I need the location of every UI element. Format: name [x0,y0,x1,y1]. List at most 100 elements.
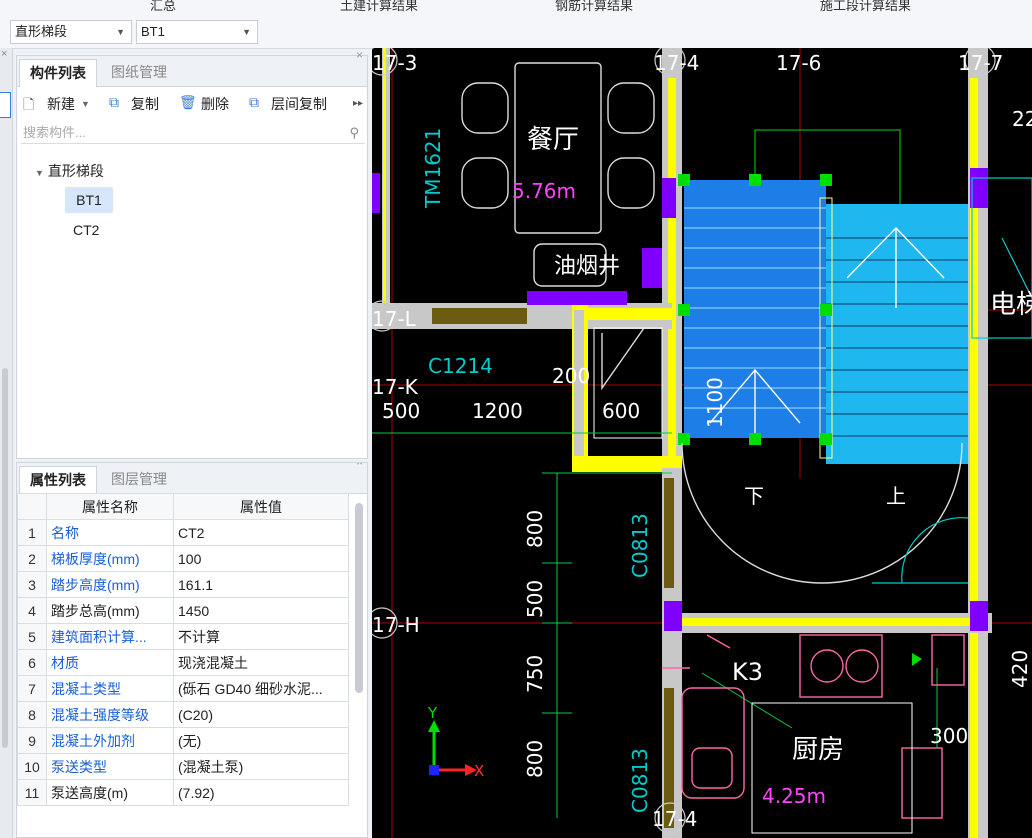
table-row[interactable]: 6 材质 现浇混凝土 [17,649,349,676]
type-select-value: 直形梯段 [15,24,68,39]
room-label-elevator: 电梯 [990,290,1032,320]
property-name-cell: 混凝土强度等级 [46,701,174,728]
property-name-cell: 泵送高度(m) [46,779,174,806]
tab-construction-results[interactable]: 施工段计算结果 [820,0,911,14]
row-index: 6 [17,649,47,676]
component-select[interactable]: BT1 ▼ [136,20,258,44]
dim-label: 500 [523,580,547,618]
table-row[interactable]: 1 名称 CT2 [17,519,349,546]
axis-label: 17-L [372,307,417,331]
component-search-input[interactable]: 搜索构件... ⚲ [21,122,365,144]
new-file-icon: 🗋 [23,96,35,112]
table-row[interactable]: 7 混凝土类型 (砾石 GD40 细砂水泥... [17,675,349,702]
floor-copy-button[interactable]: 层间复制 [271,94,327,114]
dim-label: 600 [602,399,640,423]
property-value-cell[interactable]: (无) [173,727,349,754]
property-value-cell[interactable]: (C20) [173,701,349,728]
dock-toggle-button[interactable] [0,92,11,118]
axis-label: 17-K [372,375,419,399]
table-row[interactable]: 4 踏步总高(mm) 1450 [17,597,349,624]
row-index: 10 [17,753,47,780]
property-value-cell[interactable]: 161.1 [173,571,349,598]
trash-icon: 🗑 [179,94,197,110]
property-value-cell[interactable]: CT2 [173,519,349,546]
property-value-cell[interactable]: 现浇混凝土 [173,649,349,676]
tab-component-list[interactable]: 构件列表 [19,59,97,87]
delete-button[interactable]: 删除 [201,94,229,114]
floor-plan-drawing: X Y 17-3 17-4 17-6 17-7 17-L 17-K 17-H 1… [372,48,1032,838]
floor-copy-icon: ⧉ [249,94,259,110]
stair-up-label: 上 [886,484,906,508]
copy-button[interactable]: 复制 [131,94,159,114]
axis-label: 17-3 [372,51,417,75]
list-item-ct2[interactable]: CT2 [73,222,99,238]
tree-group-stair-flight[interactable]: ▼ 直形梯段 [35,161,104,181]
search-icon: ⚲ [349,125,359,140]
row-index: 7 [17,675,47,702]
property-value-cell[interactable]: 100 [173,545,349,572]
property-value-cell[interactable]: 不计算 [173,623,349,650]
kitchen-height-label: 4.25m [762,784,826,808]
new-button[interactable]: 新建 [47,94,75,114]
y-axis-label: Y [427,704,438,722]
tree-group-label: 直形梯段 [47,163,104,179]
tag-c1214: C1214 [428,354,493,378]
close-icon[interactable]: × [356,463,363,469]
table-row[interactable]: 5 建筑面积计算... 不计算 [17,623,349,650]
table-row[interactable]: 8 混凝土强度等级 (C20) [17,701,349,728]
tag-c0813: C0813 [628,748,652,813]
type-select[interactable]: 直形梯段 ▼ [10,20,132,44]
property-scrollbar[interactable] [355,503,363,693]
table-header: 属性名称 属性值 [17,493,349,520]
axis-label: 17-4 [652,807,697,831]
search-placeholder: 搜索构件... [23,125,86,140]
dock-scrollbar[interactable] [2,368,8,748]
dim-label: 420 [1008,650,1032,688]
chevron-down-icon[interactable]: ▼ [81,99,90,109]
property-value-cell[interactable]: (7.92) [173,779,349,806]
table-row[interactable]: 9 混凝土外加剂 (无) [17,727,349,754]
table-row[interactable]: 2 梯板厚度(mm) 100 [17,545,349,572]
property-value-cell[interactable]: 1450 [173,597,349,624]
component-select-value: BT1 [141,24,165,39]
property-name-cell: 混凝土类型 [46,675,174,702]
dim-label: 1100 [703,377,727,428]
row-index: 5 [17,623,47,650]
close-icon[interactable]: × [1,48,7,60]
property-panel-tabs: 属性列表 图层管理 [17,463,367,494]
row-index: 3 [17,571,47,598]
more-icon[interactable]: ▸▸ [353,98,363,109]
tab-property-list[interactable]: 属性列表 [19,466,97,494]
tab-layer-management[interactable]: 图层管理 [101,466,177,493]
tab-summary[interactable]: 汇总 [150,0,176,14]
tab-drawing-management[interactable]: 图纸管理 [101,59,177,86]
property-name-cell: 材质 [46,649,174,676]
table-row[interactable]: 3 踏步高度(mm) 161.1 [17,571,349,598]
tab-rebar-results[interactable]: 钢筋计算结果 [555,0,633,14]
tab-civil-results[interactable]: 土建计算结果 [340,0,418,14]
cad-drawing-canvas[interactable]: X Y 17-3 17-4 17-6 17-7 17-L 17-K 17-H 1… [372,48,1032,838]
room-label-kitchen: 厨房 [792,735,844,765]
tag-c0813: C0813 [628,513,652,578]
property-value-cell[interactable]: (混凝土泵) [173,753,349,780]
close-icon[interactable]: × [356,48,363,62]
list-item-bt1[interactable]: BT1 [65,187,113,213]
property-value-cell[interactable]: (砾石 GD40 细砂水泥... [173,675,349,702]
row-index: 4 [17,597,47,624]
copy-icon: ⧉ [109,94,119,110]
table-row[interactable]: 11 泵送高度(m) (7.92) [17,779,349,806]
property-table: 属性名称 属性值 1 名称 CT2 2 梯板厚度(mm) 100 3 踏步高度(mm) 161.… [17,493,349,806]
header-property-name: 属性名称 [46,493,174,520]
table-row[interactable]: 10 泵送类型 (混凝土泵) [17,753,349,780]
chevron-down-icon: ▼ [35,168,44,178]
header-index [17,493,47,520]
dining-height-label: 5.76m [512,179,576,203]
dim-label: 750 [523,655,547,693]
chevron-down-icon: ▼ [116,27,125,37]
dim-label: 200 [552,364,590,388]
property-name-cell: 踏步总高(mm) [46,597,174,624]
chevron-down-icon: ▼ [242,27,251,37]
room-label-dining: 餐厅 [527,125,579,155]
property-name-cell: 混凝土外加剂 [46,727,174,754]
ucs-axis-icon: X Y [427,704,484,780]
